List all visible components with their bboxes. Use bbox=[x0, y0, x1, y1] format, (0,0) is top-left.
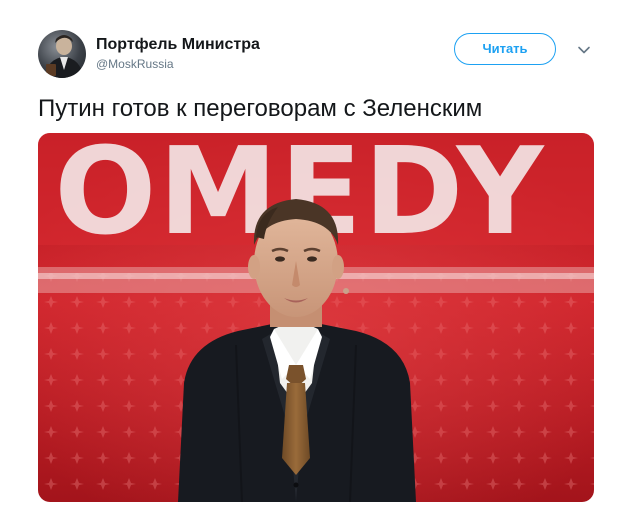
tweet-header: Портфель Министра @MoskRussia Читать bbox=[38, 30, 598, 80]
author-handle[interactable]: @MoskRussia bbox=[96, 56, 260, 72]
tweet-text: Путин готов к переговорам с Зеленским bbox=[38, 95, 483, 122]
author-names: Портфель Министра @MoskRussia bbox=[96, 35, 260, 72]
follow-button[interactable]: Читать bbox=[454, 33, 556, 65]
tweet-photo[interactable]: OMEDY bbox=[38, 133, 594, 502]
chevron-down-icon[interactable] bbox=[576, 42, 592, 58]
author-display-name[interactable]: Портфель Министра bbox=[96, 35, 260, 55]
tweet-card: Портфель Министра @MoskRussia Читать Пут… bbox=[0, 0, 631, 519]
avatar[interactable] bbox=[38, 30, 86, 78]
